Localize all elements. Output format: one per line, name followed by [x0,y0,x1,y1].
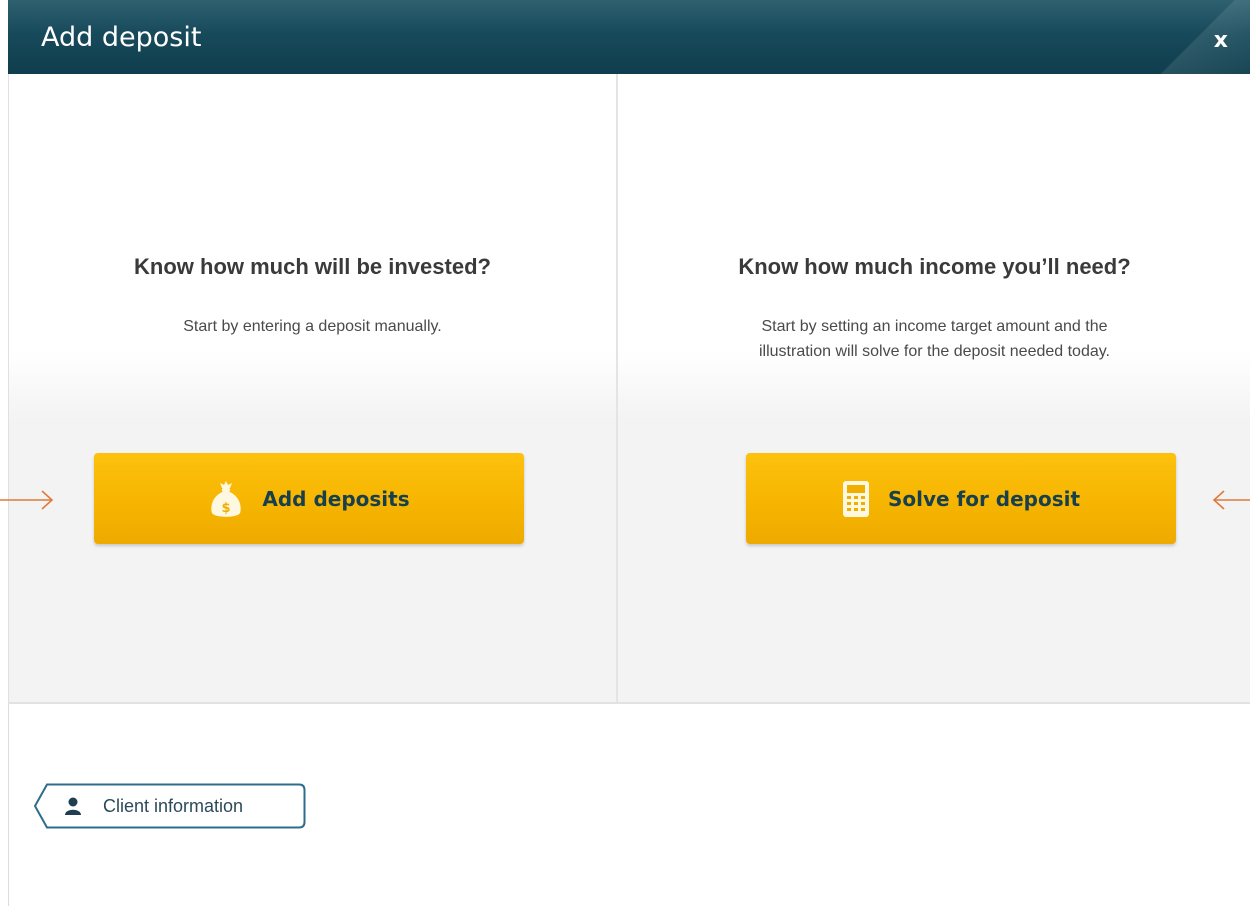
client-information-label: Client information [103,796,244,816]
client-information-button[interactable]: Client information [33,783,306,829]
close-button[interactable]: x [1214,28,1228,53]
add-deposit-dialog: Add deposit x Know how much will be inve… [0,0,1250,906]
svg-text:$: $ [222,501,231,516]
footer-left-edge [8,704,9,906]
solve-for-deposit-button[interactable]: Solve for deposit [746,453,1176,544]
footer-divider [8,702,1250,704]
person-icon [64,797,82,820]
solve-deposit-description-line1: Start by setting an income target amount… [761,318,1108,335]
solve-for-deposit-label: Solve for deposit [887,486,1081,511]
add-deposits-button[interactable]: $ Add deposits [94,453,524,544]
manual-deposit-panel: Know how much will be invested? Start by… [9,74,616,704]
options-area: Know how much will be invested? Start by… [8,74,1250,704]
manual-deposit-description: Start by entering a deposit manually. [183,318,442,335]
solve-deposit-description: Start by setting an income target amount… [618,314,1250,364]
arrow-right-icon [0,487,56,518]
solve-deposit-panel: Know how much income you’ll need? Start … [618,74,1250,704]
dialog-titlebar: Add deposit x [8,0,1250,74]
add-deposits-label: Add deposits [262,486,410,511]
titlebar-sheen [1160,0,1250,74]
manual-deposit-heading: Know how much will be invested? [134,254,491,279]
solve-deposit-heading: Know how much income you’ll need? [738,254,1131,279]
arrow-left-icon [1210,487,1250,518]
calculator-icon [842,480,870,518]
dialog-title: Add deposit [41,22,202,53]
money-bag-icon: $ [208,479,244,519]
solve-deposit-description-line2: illustration will solve for the deposit … [758,343,1110,360]
